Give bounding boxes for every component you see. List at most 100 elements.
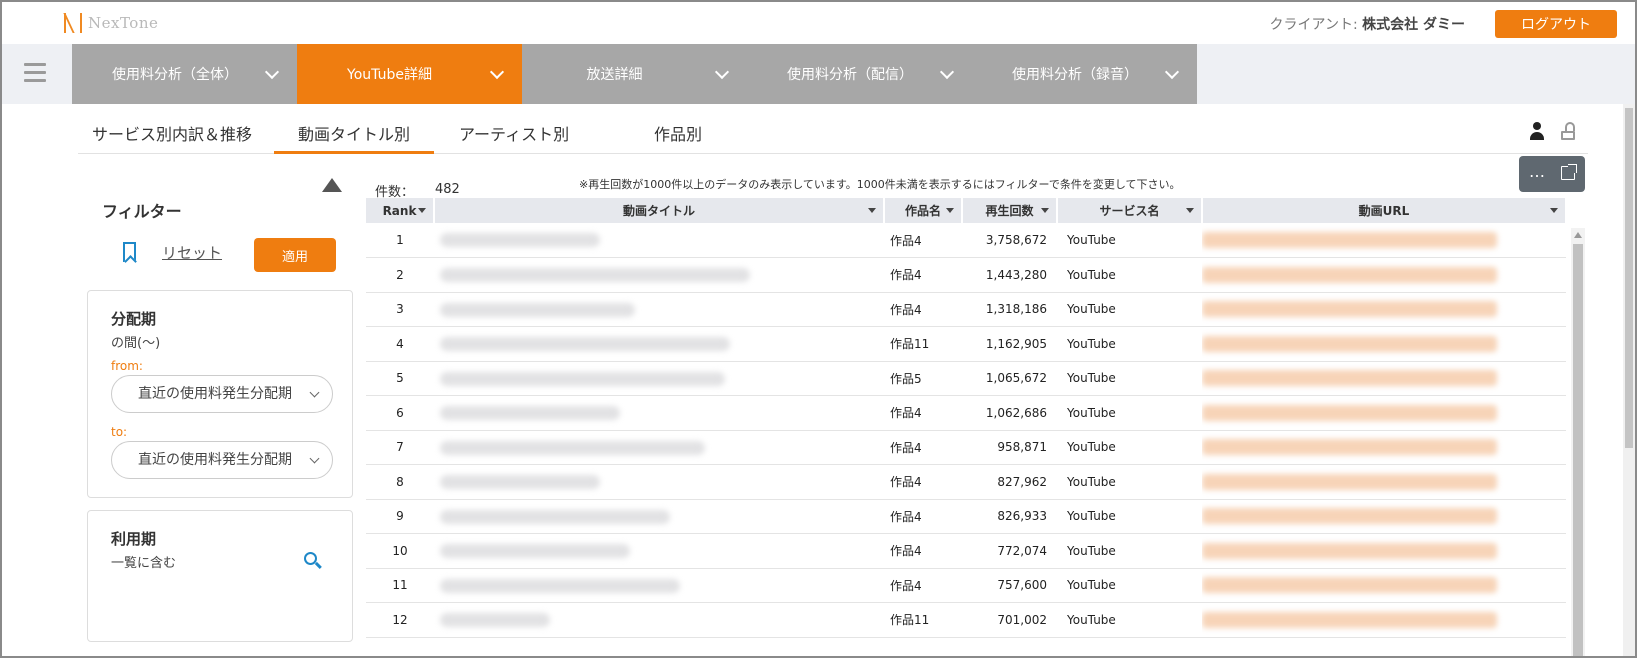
scroll-up-arrow-icon[interactable] [1574,232,1582,238]
subtab-work[interactable]: 作品別 [654,121,702,154]
cell-video-url[interactable] [1202,533,1566,569]
table-row[interactable]: 10 作品4 772,074 YouTube [366,533,1566,569]
logo: NexTone [64,13,158,33]
cell-service: YouTube [1057,464,1202,500]
sort-dropdown-icon[interactable] [1186,208,1194,213]
redacted-url [1202,404,1497,421]
cell-video-url[interactable] [1202,257,1566,293]
sort-dropdown-icon[interactable] [418,208,426,213]
cell-video-url[interactable] [1202,430,1566,465]
from-select[interactable]: 直近の使用料発生分配期 [111,375,333,413]
nav-tab-usage-recording[interactable]: 使用料分析（録音） [972,44,1197,104]
data-notice: ※再生回数が1000件以上のデータのみ表示しています。1000件未満を表示するに… [579,178,1181,191]
cell-rank: 10 [366,533,434,569]
column-header-video-title[interactable]: 動画タイトル [434,198,885,223]
cell-video-url[interactable] [1202,361,1566,396]
nav-tab-youtube-detail[interactable]: YouTube詳細 [297,44,522,104]
cell-rank: 12 [366,602,434,638]
cell-rank: 5 [366,361,434,396]
user-icon[interactable] [1529,122,1545,140]
hamburger-menu-icon[interactable] [24,63,46,83]
client-info: クライアント: 株式会社 ダミー [1270,14,1465,34]
cell-video-url[interactable] [1202,568,1566,603]
redacted-url [1202,542,1497,559]
collapse-arrow-icon[interactable] [322,178,342,192]
cell-work: 作品4 [884,395,962,431]
nav-tab-usage-overall[interactable]: 使用料分析（全体） [72,44,297,104]
table-row[interactable]: 4 作品11 1,162,905 YouTube [366,326,1566,362]
nav-tab-label: 使用料分析（録音） [1012,67,1138,83]
page-scroll-thumb[interactable] [1625,108,1633,448]
cell-video-url[interactable] [1202,395,1566,431]
nav-tab-label: YouTube詳細 [347,67,432,83]
subtab-service-breakdown[interactable]: サービス別内訳＆推移 [92,121,252,154]
sort-dropdown-icon[interactable] [946,208,954,213]
cell-plays: 1,162,905 [962,326,1057,362]
table-row[interactable]: 5 作品5 1,065,672 YouTube [366,361,1566,396]
cell-video-url[interactable] [1202,602,1566,638]
column-header-service[interactable]: サービス名 [1057,198,1203,223]
page-scrollbar[interactable] [1623,104,1635,656]
to-select-value: 直近の使用料発生分配期 [138,452,292,468]
search-icon[interactable] [304,552,322,570]
cell-video-url[interactable] [1202,499,1566,534]
sort-dropdown-icon[interactable] [1041,208,1049,213]
table-row[interactable]: 8 作品4 827,962 YouTube [366,464,1566,500]
cell-video-url[interactable] [1202,326,1566,362]
table-scrollbar[interactable] [1571,228,1585,656]
cell-service: YouTube [1057,602,1202,638]
logout-button[interactable]: ログアウト [1495,10,1617,38]
table-row[interactable]: 2 作品4 1,443,280 YouTube [366,257,1566,293]
distribution-period-card: 分配期 の間(〜) from: 直近の使用料発生分配期 to: 直近の使用料発生… [87,290,353,498]
cell-rank: 3 [366,292,434,327]
column-header-rank[interactable]: Rank [366,198,435,223]
cell-plays: 1,443,280 [962,257,1057,293]
table-row[interactable]: 12 作品11 701,002 YouTube [366,602,1566,638]
redacted-url [1202,301,1497,318]
cell-video-url[interactable] [1202,223,1566,258]
redacted-title [440,337,730,351]
table-scroll-thumb[interactable] [1573,244,1583,656]
cell-work: 作品5 [884,361,962,396]
bookmark-icon[interactable] [123,242,136,262]
table-row[interactable]: 9 作品4 826,933 YouTube [366,499,1566,534]
table-row[interactable]: 1 作品4 3,758,672 YouTube [366,223,1566,258]
cell-video-url[interactable] [1202,464,1566,500]
cell-rank: 2 [366,257,434,293]
column-header-plays[interactable]: 再生回数 [962,198,1058,223]
unlock-icon[interactable] [1561,122,1575,140]
cell-work: 作品11 [884,326,962,362]
nav-tab-label: 使用料分析（配信） [787,67,913,83]
chevron-down-icon [714,64,730,80]
redacted-url [1202,611,1497,628]
cell-work: 作品4 [884,257,962,293]
nav-tab-usage-distribution[interactable]: 使用料分析（配信） [747,44,972,104]
to-label: to: [111,425,128,439]
column-header-work[interactable]: 作品名 [884,198,963,223]
table-header-row: Rank 動画タイトル 作品名 再生回数 サービス名 動画URL [366,198,1567,223]
chevron-down-icon [264,64,280,80]
nav-tab-broadcast-detail[interactable]: 放送詳細 [522,44,747,104]
table-row[interactable]: 7 作品4 958,871 YouTube [366,430,1566,465]
table-row[interactable]: 6 作品4 1,062,686 YouTube [366,395,1566,431]
external-link-icon[interactable] [1561,164,1577,180]
client-name: 株式会社 ダミー [1362,17,1465,33]
more-options-icon[interactable]: … [1529,162,1546,181]
column-header-video-url[interactable]: 動画URL [1202,198,1567,223]
subtab-artist[interactable]: アーティスト別 [459,121,569,154]
subtab-video-title[interactable]: 動画タイトル別 [274,121,434,154]
sort-dropdown-icon[interactable] [1550,208,1558,213]
reset-link[interactable]: リセット [162,242,222,263]
table-row[interactable]: 11 作品4 757,600 YouTube [366,568,1566,603]
sort-dropdown-icon[interactable] [868,208,876,213]
cell-service: YouTube [1057,568,1202,603]
cell-video-url[interactable] [1202,292,1566,327]
cell-video-title [434,430,884,465]
table-row[interactable]: 3 作品4 1,318,186 YouTube [366,292,1566,327]
cell-plays: 958,871 [962,430,1057,465]
cell-rank: 4 [366,326,434,362]
nav-tab-label: 放送詳細 [586,67,643,83]
to-select[interactable]: 直近の使用料発生分配期 [111,441,333,479]
apply-button[interactable]: 適用 [254,238,336,272]
usage-period-condition: 一覧に含む [111,556,177,571]
